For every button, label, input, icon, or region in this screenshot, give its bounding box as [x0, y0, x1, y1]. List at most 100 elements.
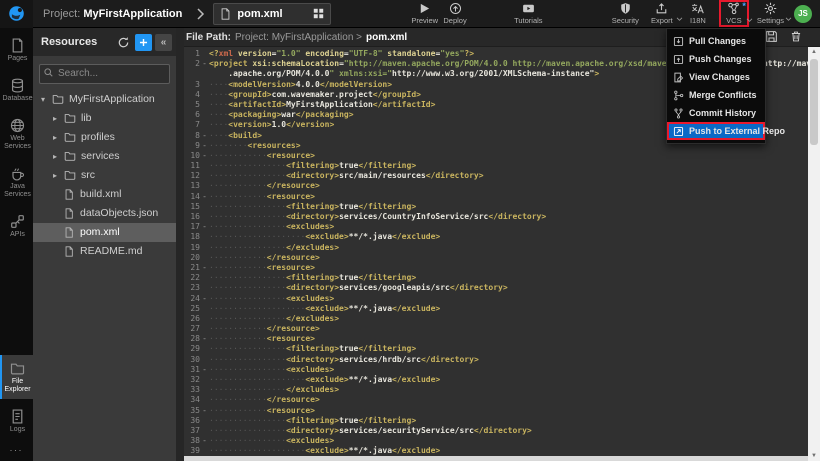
code-line-19: 19················</excludes>	[184, 243, 808, 253]
collapse-panel-button[interactable]: «	[155, 34, 172, 51]
play-icon	[418, 2, 431, 15]
sidebar-item-pages[interactable]: Pages	[0, 32, 33, 68]
deploy-icon	[449, 2, 462, 15]
deploy-label: Deploy	[443, 16, 466, 25]
code-line-12: 12················<directory>src/main/re…	[184, 171, 808, 181]
tree-item-src[interactable]: ▸src	[33, 166, 176, 185]
tree-item-lib[interactable]: ▸lib	[33, 109, 176, 128]
vcs-icon	[727, 2, 740, 15]
code-line-15: 15················<filtering>true</filte…	[184, 202, 808, 212]
folder-icon	[64, 150, 76, 162]
wavemaker-ide-window: Project: MyFirstApplication pom.xml Prev…	[0, 0, 820, 461]
code-line-36: 36················<filtering>true</filte…	[184, 416, 808, 426]
sidebar-item-logs[interactable]: Logs	[0, 403, 33, 439]
resources-header: Resources «	[33, 28, 176, 56]
chevron-right-icon[interactable]: ▸	[53, 114, 64, 123]
folder-icon	[10, 361, 25, 376]
export-button[interactable]: Export	[647, 1, 677, 26]
video-icon	[522, 2, 535, 15]
delete-button[interactable]	[790, 30, 802, 43]
topbar: Project: MyFirstApplication pom.xml Prev…	[0, 0, 820, 28]
shield-icon	[619, 2, 632, 15]
tree-item-dataobjects-json[interactable]: dataObjects.json	[33, 204, 176, 223]
chevron-down-icon[interactable]: ▾	[41, 95, 52, 104]
menu-item-push-changes[interactable]: Push Changes	[667, 50, 765, 68]
menu-item-merge-conflicts[interactable]: Merge Conflicts	[667, 86, 765, 104]
editor-vertical-scrollbar[interactable]: ▲ ▼	[808, 47, 820, 461]
menu-item-push-to-external-repo[interactable]: Push to External Repo	[667, 122, 765, 140]
trash-icon	[790, 30, 802, 43]
sidebar-item-java-services[interactable]: Java Services	[0, 160, 33, 204]
file-tree: ▾MyFirstApplication▸lib▸profiles▸service…	[33, 90, 176, 261]
code-line-17: 17-················<excludes>	[184, 222, 808, 232]
vertical-scrollbar-thumb[interactable]	[810, 59, 818, 145]
security-button[interactable]: Security	[610, 1, 641, 26]
grid-icon[interactable]	[313, 8, 324, 19]
preview-button[interactable]: Preview	[409, 1, 440, 26]
code-line-24: 24-················<excludes>	[184, 294, 808, 304]
export-icon	[655, 2, 668, 15]
deploy-button[interactable]: Deploy	[440, 1, 470, 26]
chevron-down-icon	[676, 9, 683, 27]
tutorials-label: Tutorials	[514, 16, 542, 25]
chevron-down-icon	[785, 9, 792, 27]
file-icon	[64, 227, 75, 238]
chevron-right-icon[interactable]: ▸	[53, 133, 64, 142]
code-line-21: 21-············<resource>	[184, 263, 808, 273]
view-icon	[673, 72, 684, 83]
chevron-right-icon[interactable]: ▸	[53, 171, 64, 180]
user-avatar[interactable]: JS	[794, 5, 812, 23]
i18n-button[interactable]: I18N	[683, 1, 713, 26]
code-line-23: 23················<directory>services/go…	[184, 283, 808, 293]
sidebar-overflow-button[interactable]: ...	[0, 439, 33, 461]
code-line-33: 33················</excludes>	[184, 385, 808, 395]
vcs-label: VCS	[726, 16, 741, 25]
file-icon	[64, 189, 75, 200]
vcs-dropdown-menu: Pull ChangesPush ChangesView ChangesMerg…	[666, 28, 766, 144]
security-label: Security	[612, 16, 639, 25]
search-input[interactable]	[39, 64, 170, 84]
export-label: Export	[651, 16, 673, 25]
tree-item-services[interactable]: ▸services	[33, 147, 176, 166]
code-line-34: 34············</resource>	[184, 395, 808, 405]
code-line-14: 14-············<resource>	[184, 192, 808, 202]
code-line-25: 25····················<exclude>**/*.java…	[184, 304, 808, 314]
code-line-32: 32····················<exclude>**/*.java…	[184, 375, 808, 385]
sidebar-item-databases[interactable]: Databases	[0, 72, 33, 108]
page-icon	[10, 38, 25, 53]
settings-button[interactable]: Settings	[755, 1, 786, 26]
scroll-up-icon[interactable]: ▲	[811, 47, 817, 57]
menu-item-view-changes[interactable]: View Changes	[667, 68, 765, 86]
folder-icon	[52, 93, 64, 105]
tutorials-button[interactable]: Tutorials	[512, 1, 544, 26]
vcs-button[interactable]: VCS*	[719, 0, 749, 27]
code-line-20: 20············</resource>	[184, 253, 808, 263]
sidebar-item-web-services[interactable]: Web Services	[0, 112, 33, 156]
tree-item-profiles[interactable]: ▸profiles	[33, 128, 176, 147]
file-icon	[64, 208, 75, 219]
editor-horizontal-scrollbar[interactable]	[184, 456, 808, 461]
tree-item-build-xml[interactable]: build.xml	[33, 185, 176, 204]
sidebar-item-apis[interactable]: APIs	[0, 208, 33, 244]
code-line-35: 35-············<resource>	[184, 406, 808, 416]
save-button[interactable]	[765, 30, 778, 43]
menu-item-commit-history[interactable]: Commit History	[667, 104, 765, 122]
plus-icon	[138, 37, 149, 48]
refresh-button[interactable]	[115, 34, 132, 51]
add-resource-button[interactable]	[135, 34, 152, 51]
app-logo-icon[interactable]	[0, 0, 33, 28]
gear-icon	[764, 2, 777, 15]
tree-item-myfirstapplication[interactable]: ▾MyFirstApplication	[33, 90, 176, 109]
code-line-11: 11················<filtering>true</filte…	[184, 161, 808, 171]
chevron-right-icon[interactable]: ▸	[53, 152, 64, 161]
menu-item-pull-changes[interactable]: Pull Changes	[667, 32, 765, 50]
tree-item-pom-xml[interactable]: pom.xml	[33, 223, 176, 242]
tab-pom-xml[interactable]: pom.xml	[213, 3, 331, 25]
code-line-28: 28-············<resource>	[184, 334, 808, 344]
scroll-down-icon[interactable]: ▼	[811, 451, 817, 461]
i18n-icon	[691, 2, 704, 15]
code-line-22: 22················<filtering>true</filte…	[184, 273, 808, 283]
tree-item-readme-md[interactable]: README.md	[33, 242, 176, 261]
sidebar-item-file-explorer[interactable]: File Explorer	[0, 355, 33, 399]
code-line-18: 18····················<exclude>**/*.java…	[184, 232, 808, 242]
